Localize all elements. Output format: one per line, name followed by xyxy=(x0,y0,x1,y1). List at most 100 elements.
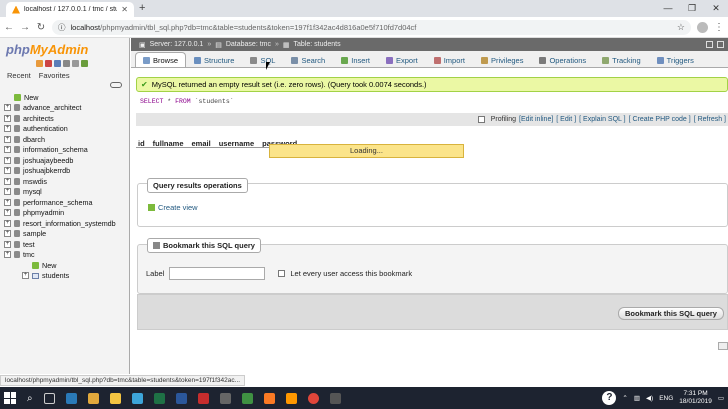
expand-icon[interactable]: + xyxy=(4,198,11,206)
breadcrumb-database[interactable]: Database: tmc xyxy=(226,41,271,48)
expand-icon[interactable]: + xyxy=(4,251,11,259)
create-view-link[interactable]: Create view xyxy=(148,203,198,212)
app-icon-7[interactable] xyxy=(329,392,341,404)
tab-search[interactable]: Search xyxy=(283,52,333,67)
forward-icon[interactable]: → xyxy=(20,22,30,33)
tab-export[interactable]: Export xyxy=(378,52,426,67)
sidebar-item[interactable]: + joshuajaybeedb xyxy=(4,155,116,166)
sidebar-item[interactable]: + students xyxy=(4,271,116,282)
expand-icon[interactable]: + xyxy=(4,135,11,143)
expand-icon[interactable]: + xyxy=(4,219,11,227)
settings-gear-icon[interactable] xyxy=(72,60,79,67)
new-tab-icon[interactable]: + xyxy=(139,2,145,14)
expand-icon[interactable]: + xyxy=(4,230,11,238)
sidebar-item[interactable]: + sample xyxy=(4,229,116,240)
windows-start-icon[interactable] xyxy=(4,392,16,404)
expand-icon[interactable]: + xyxy=(4,104,11,112)
sidebar-item[interactable]: New xyxy=(4,92,116,103)
tab-insert[interactable]: Insert xyxy=(333,52,378,67)
reload-nav-icon[interactable] xyxy=(81,60,88,67)
expand-icon[interactable]: + xyxy=(4,156,11,164)
search-icon[interactable]: ⌕ xyxy=(27,393,33,404)
tab-browse[interactable]: Browse xyxy=(135,52,187,67)
xampp-icon[interactable] xyxy=(263,392,275,404)
chrome-icon[interactable] xyxy=(307,392,319,404)
tab-structure[interactable]: Structure xyxy=(186,52,242,67)
tab-tracking[interactable]: Tracking xyxy=(594,52,648,67)
tab-sql[interactable]: SQL xyxy=(242,52,283,67)
app-icon-6[interactable] xyxy=(241,392,253,404)
sidebar-item[interactable]: + joshuajbkerrdb xyxy=(4,166,116,177)
clock[interactable]: 7:31 PM 18/01/2019 xyxy=(679,390,712,406)
share-bookmark-checkbox[interactable] xyxy=(278,270,286,277)
sidebar-item[interactable]: + mswdis xyxy=(4,176,116,187)
back-icon[interactable]: ← xyxy=(4,22,14,33)
sidebar-item[interactable]: + information_schema xyxy=(4,145,116,156)
explain-sql-link[interactable]: [ Explain SQL ] xyxy=(579,116,625,123)
docs-icon[interactable] xyxy=(63,60,70,67)
query-window-icon[interactable] xyxy=(54,60,61,67)
expand-icon[interactable]: + xyxy=(4,188,11,196)
info-icon[interactable]: ⓘ xyxy=(58,22,66,33)
tray-chevron-icon[interactable]: ⌃ xyxy=(622,394,627,402)
settings-icon[interactable] xyxy=(706,41,713,48)
sidebar-item[interactable]: + phpmyadmin xyxy=(4,208,116,219)
app-icon-2[interactable] xyxy=(87,392,99,404)
excel-icon[interactable] xyxy=(153,392,165,404)
sidebar-item[interactable]: + authentication xyxy=(4,124,116,135)
expand-icon[interactable]: + xyxy=(4,240,11,248)
app-icon-4[interactable] xyxy=(197,392,209,404)
home-icon[interactable] xyxy=(36,60,43,67)
bookmark-star-icon[interactable]: ☆ xyxy=(677,22,685,33)
expand-icon[interactable]: + xyxy=(22,272,29,280)
sidebar-item[interactable]: + architects xyxy=(4,113,116,124)
address-bar[interactable]: ⓘ localhost/phpmyadmin/tbl_sql.php?db=tm… xyxy=(52,19,691,35)
expand-icon[interactable]: + xyxy=(4,146,11,154)
profiling-checkbox[interactable] xyxy=(477,116,485,123)
maximize-icon[interactable]: ❐ xyxy=(680,0,704,17)
browser-menu-icon[interactable]: ⋮ xyxy=(714,22,724,33)
sidebar-item[interactable]: + dbarch xyxy=(4,134,116,145)
close-window-icon[interactable]: ✕ xyxy=(704,0,728,17)
sidebar-item[interactable]: + tmc xyxy=(4,250,116,261)
sidebar-item[interactable]: + test xyxy=(4,239,116,250)
bookmark-label-input[interactable] xyxy=(169,267,266,280)
edit-inline-link[interactable]: [Edit inline] xyxy=(519,116,553,123)
phpmyadmin-logo[interactable]: phpMyAdmin xyxy=(6,42,88,57)
console-toggle-icon[interactable] xyxy=(718,342,728,350)
edit-link[interactable]: [ Edit ] xyxy=(556,116,576,123)
language-indicator[interactable]: ENG xyxy=(659,395,673,402)
task-view-icon[interactable] xyxy=(43,392,55,404)
sublime-icon[interactable] xyxy=(285,392,297,404)
sidebar-item[interactable]: + performance_schema xyxy=(4,197,116,208)
tab-privileges[interactable]: Privileges xyxy=(473,52,532,67)
bookmark-submit-button[interactable]: Bookmark this SQL query xyxy=(618,307,724,320)
recent-tab[interactable]: Recent xyxy=(7,71,31,80)
collapse-icon[interactable] xyxy=(717,41,724,48)
browser-tab[interactable]: localhost / 127.0.0.1 / tmc / stud ✕ xyxy=(6,2,134,17)
breadcrumb-table[interactable]: Table: students xyxy=(294,41,341,48)
expand-icon[interactable]: + xyxy=(4,209,11,217)
volume-icon[interactable]: ◀) xyxy=(646,394,653,402)
sidebar-item[interactable]: New xyxy=(4,260,116,271)
expand-icon[interactable]: + xyxy=(4,114,11,122)
tab-operations[interactable]: Operations xyxy=(531,52,594,67)
sidebar-item[interactable]: + advance_architect xyxy=(4,103,116,114)
word-icon[interactable] xyxy=(175,392,187,404)
tab-import[interactable]: Import xyxy=(426,52,473,67)
close-tab-icon[interactable]: ✕ xyxy=(121,5,128,14)
link-with-main-icon[interactable] xyxy=(110,82,122,88)
expand-icon[interactable]: + xyxy=(4,177,11,185)
app-icon-1[interactable] xyxy=(65,392,77,404)
reload-icon[interactable]: ↻ xyxy=(36,22,46,33)
help-icon[interactable]: ? xyxy=(602,391,617,405)
logout-icon[interactable] xyxy=(45,60,52,67)
sidebar-item[interactable]: + mysql xyxy=(4,187,116,198)
tab-triggers[interactable]: Triggers xyxy=(649,52,702,67)
breadcrumb-server[interactable]: Server: 127.0.0.1 xyxy=(150,41,204,48)
minimize-icon[interactable]: — xyxy=(656,0,680,17)
file-explorer-icon[interactable] xyxy=(109,392,121,404)
app-icon-3[interactable] xyxy=(131,392,143,404)
app-icon-5[interactable] xyxy=(219,392,231,404)
create-php-code-link[interactable]: [ Create PHP code ] xyxy=(629,116,691,123)
